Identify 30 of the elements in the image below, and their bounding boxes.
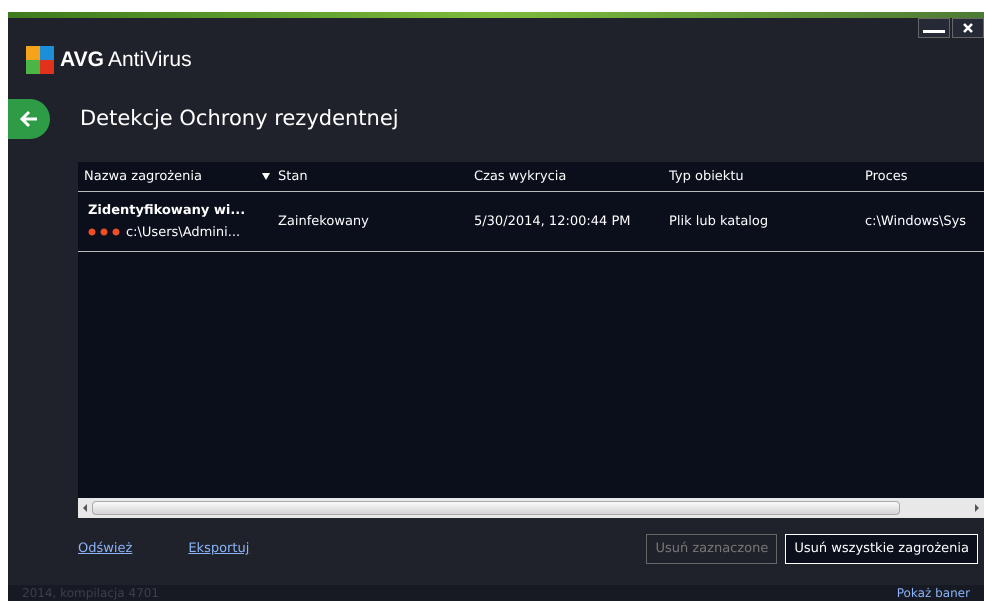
table-cell-text: c:\Users\Admini... [126,224,240,242]
horizontal-scrollbar[interactable] [78,498,984,518]
brand-name: AVG [60,47,104,74]
product-name: AntiVirus [108,47,192,74]
table-cell-text: 5/30/2014, 12:00:44 PM [474,212,632,231]
action-button[interactable]: Usuń wszystkie zagrożenia [785,534,978,564]
table-cell-text: Plik lub katalog [669,212,770,231]
table-cell-text: Zidentyfikowany wi... [88,202,246,220]
minimize-button[interactable] [918,18,950,38]
column-header[interactable]: Czas wykrycia [474,166,669,186]
page-title: Detekcje Ochrony rezydentnej [80,105,399,132]
scroll-right-icon [974,504,980,512]
back-arrow-icon [19,110,39,128]
logo-icon [24,44,56,76]
column-header[interactable]: Proces [865,166,984,186]
link[interactable]: Eksportuj [188,539,250,559]
link[interactable]: Odśwież [78,539,132,559]
close-icon [963,23,973,33]
column-header[interactable]: Nazwa zagrożenia [84,166,278,186]
scroll-left-icon [82,504,88,512]
close-button[interactable] [952,18,984,38]
table-cell-text: c:\Windows\Sys [865,212,968,231]
back-button[interactable] [8,99,50,139]
column-header[interactable]: Typ obiektu [669,166,865,186]
show-banner-link[interactable]: Pokaż baner [896,584,970,601]
minimize-icon [923,30,945,33]
scrollbar-thumb[interactable] [92,501,900,515]
severity-dots-icon [88,228,122,236]
table-cell-text: Zainfekowany [278,212,370,231]
column-header[interactable]: Stan [278,166,474,186]
